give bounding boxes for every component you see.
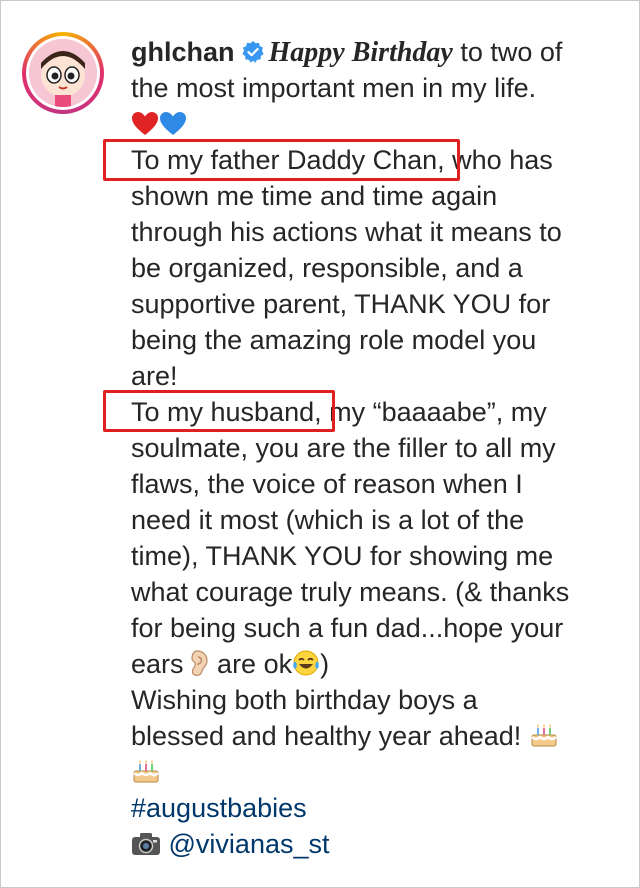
caption-segment: are ok — [217, 649, 293, 679]
caption-line: blessed and healthy year ahead! — [131, 718, 621, 754]
caption-line: through his actions what it means to — [131, 217, 562, 247]
caption-line: soulmate, you are the filler to all my — [131, 433, 556, 463]
caption-styled-greeting: Happy Birthday — [268, 37, 453, 68]
avatar-image — [29, 39, 97, 107]
caption-line: are! — [131, 361, 178, 391]
ear-icon — [190, 650, 208, 676]
caption-line: ghlchan Happy Birthday to two of — [131, 34, 621, 70]
caption-line: for being such a fun dad...hope your — [131, 613, 564, 643]
caption-segment: my “baaaabe”, my — [329, 397, 547, 427]
highlight-box-husband — [103, 390, 335, 432]
mention-link[interactable]: @vivianas_st — [169, 829, 330, 859]
avatar-border — [26, 36, 100, 110]
caption-line: shown me time and time again — [131, 181, 498, 211]
post-caption-card: ghlchan Happy Birthday to two of the most… — [0, 0, 640, 888]
highlight-box-father — [103, 139, 460, 181]
username-link[interactable]: ghlchan — [131, 37, 235, 67]
avatar[interactable] — [22, 32, 104, 114]
caption-line: flaws, the voice of reason when I — [131, 469, 523, 499]
blue-heart-icon — [160, 112, 186, 135]
tears-of-joy-icon — [293, 650, 319, 676]
caption-segment: who has — [452, 145, 553, 175]
caption-line: @vivianas_st — [131, 826, 621, 862]
caption-line — [131, 754, 621, 790]
birthday-cake-icon — [530, 724, 557, 747]
caption-line: supportive parent, THANK YOU for — [131, 289, 551, 319]
caption-line: what courage truly means. (& thanks — [131, 577, 570, 607]
caption-line — [131, 106, 621, 142]
verified-badge-icon — [241, 41, 264, 63]
caption-line: being the amazing role model you — [131, 325, 537, 355]
caption-line: the most important men in my life. — [131, 73, 537, 103]
caption-line: #augustbabies — [131, 790, 621, 826]
caption-line: need it most (which is a lot of the — [131, 505, 525, 535]
camera-icon — [132, 833, 160, 855]
caption-line: be organized, responsible, and a — [131, 253, 523, 283]
caption-segment: blessed and healthy year ahead! — [131, 721, 522, 751]
caption-line: ears are ok) — [131, 646, 621, 682]
hashtag-link[interactable]: #augustbabies — [131, 793, 307, 823]
avatar-illustration — [29, 39, 97, 107]
caption-segment: ears — [131, 649, 184, 679]
caption-segment: to two of — [460, 37, 563, 67]
caption-line: Wishing both birthday boys a — [131, 685, 478, 715]
red-heart-icon — [132, 112, 158, 135]
birthday-cake-icon — [133, 760, 159, 783]
caption-segment: ) — [320, 649, 330, 679]
caption-line: time), THANK YOU for showing me — [131, 541, 554, 571]
